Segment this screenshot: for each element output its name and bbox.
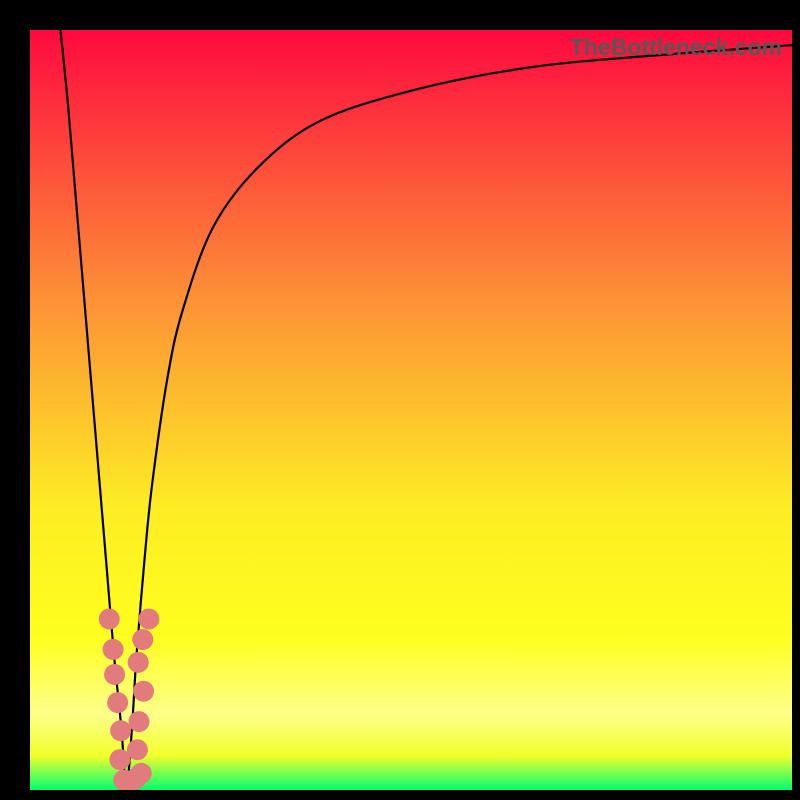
data-point bbox=[107, 692, 128, 713]
data-point bbox=[131, 763, 152, 784]
data-point bbox=[138, 609, 159, 630]
watermark-text: TheBottleneck.com bbox=[570, 34, 782, 61]
gradient-background bbox=[30, 30, 792, 790]
chart-frame: TheBottleneck.com bbox=[30, 30, 792, 790]
data-point bbox=[128, 711, 149, 732]
data-point bbox=[103, 639, 124, 660]
data-point bbox=[110, 720, 131, 741]
data-point bbox=[128, 652, 149, 673]
data-point bbox=[104, 664, 125, 685]
chart-svg bbox=[30, 30, 792, 790]
data-point bbox=[133, 681, 154, 702]
data-point bbox=[127, 739, 148, 760]
data-point bbox=[132, 629, 153, 650]
data-point bbox=[99, 609, 120, 630]
